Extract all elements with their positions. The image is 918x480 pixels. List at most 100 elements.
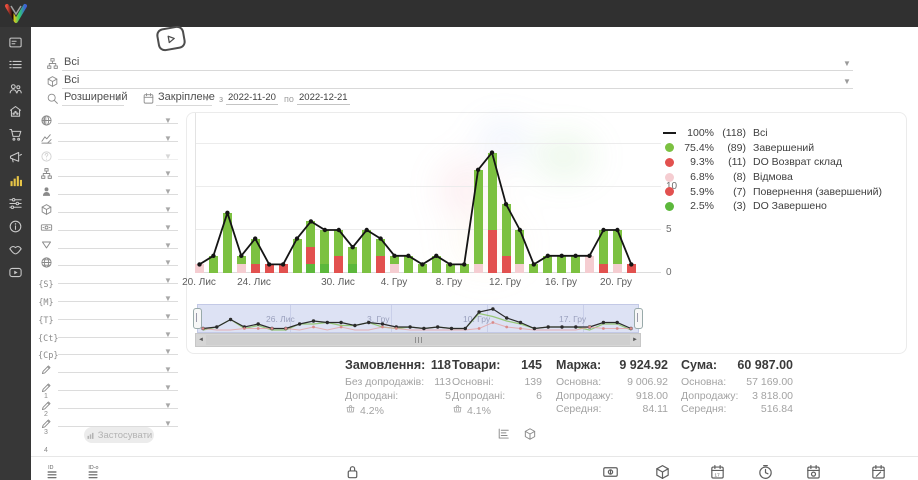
- department-filter-dropdown[interactable]: [62, 55, 853, 71]
- chevron-down-icon: ▼: [843, 77, 851, 86]
- toolbar-lock-button[interactable]: [344, 461, 361, 480]
- tag-s-icon: {S}: [38, 274, 54, 292]
- filter-dropdown-15[interactable]: [58, 377, 178, 391]
- legend-item[interactable]: 2.5% (3) DO Завершено: [662, 199, 882, 214]
- id-dash-icon: ID-o: [87, 470, 104, 480]
- toolbar-clock-button[interactable]: [757, 461, 774, 480]
- filter-dropdown-7[interactable]: [58, 235, 178, 249]
- filter-dropdown-13[interactable]: [58, 341, 178, 355]
- navigator-left-handle[interactable]: [193, 308, 202, 329]
- filter-dropdown-17[interactable]: [58, 413, 178, 427]
- pencil-4-icon: 4: [38, 417, 54, 454]
- sidebar-item-cart[interactable]: [0, 124, 31, 144]
- filter-dropdown-11[interactable]: [58, 306, 178, 320]
- filter-dropdown-1[interactable]: [58, 128, 178, 142]
- x-tick-label: 30. Лис: [321, 277, 355, 288]
- chart-plot: [195, 113, 661, 273]
- cube-toggle[interactable]: [523, 427, 537, 446]
- legend-item[interactable]: 5.9% (7) Повернення (завершений): [662, 184, 882, 199]
- legend-count: (3): [714, 200, 746, 212]
- sliders-icon: [8, 196, 23, 211]
- scrollbar-thumb[interactable]: [206, 335, 630, 345]
- sidebar-item-handshake[interactable]: [0, 239, 31, 259]
- filter-dropdown-14[interactable]: [58, 359, 178, 373]
- trend-icon: [38, 132, 54, 150]
- sidebar-item-video[interactable]: [0, 262, 31, 282]
- chart-scrollbar[interactable]: ◄ ►: [195, 333, 641, 347]
- date-from-label: з: [219, 94, 223, 104]
- scroll-left-arrow-icon[interactable]: ◄: [196, 337, 206, 343]
- toolbar-cube-button[interactable]: [654, 461, 671, 480]
- filter-dropdown-2[interactable]: [58, 146, 178, 160]
- search-icon: [46, 92, 59, 110]
- toolbar-calendar-edit-button[interactable]: [870, 461, 887, 480]
- stat-title: Товари:145: [452, 358, 542, 372]
- chart-navigator[interactable]: 26. Лис 3. Гру 10. Гру 17. Гру: [197, 304, 639, 333]
- legend-item[interactable]: 100% (118) Всі: [662, 126, 882, 141]
- sidebar-item-info[interactable]: [0, 216, 31, 236]
- stat-row: Середня:84.11: [556, 403, 668, 417]
- apply-button[interactable]: Застосувати: [84, 427, 154, 443]
- toolbar-calendar-sync-button[interactable]: [805, 461, 822, 480]
- product-filter-dropdown[interactable]: [62, 73, 853, 89]
- legend-pct: 100%: [680, 127, 714, 139]
- filter-dropdown-8[interactable]: [58, 252, 178, 266]
- filter-dropdown-0[interactable]: [58, 110, 178, 124]
- apply-button-label: Застосувати: [98, 430, 152, 441]
- legend-marker-icon: [662, 158, 676, 167]
- legend-marker-icon: [662, 202, 676, 211]
- filter-dropdown-6[interactable]: [58, 217, 178, 231]
- legend-count: (8): [714, 171, 746, 183]
- x-tick-label: 20. Гру: [600, 277, 632, 288]
- chevron-down-icon: ▼: [114, 94, 122, 103]
- chevron-down-icon: ▼: [164, 169, 172, 178]
- total-line: [196, 113, 661, 273]
- toolbar-calendar-17-button[interactable]: 17: [709, 461, 726, 480]
- legend-pct: 9.3%: [680, 156, 714, 168]
- filter-dropdown-12[interactable]: [58, 324, 178, 338]
- filter-dropdown-5[interactable]: [58, 199, 178, 213]
- sidebar-item-sliders[interactable]: [0, 193, 31, 213]
- chevron-down-icon: ▼: [164, 205, 172, 214]
- sidebar-item-card[interactable]: [0, 32, 31, 52]
- filter-dropdown-9[interactable]: [58, 270, 178, 284]
- toolbar-id-lines-button[interactable]: ID: [46, 461, 63, 480]
- legend-pct: 75.4%: [680, 142, 714, 154]
- filter-dropdown-16[interactable]: [58, 395, 178, 409]
- sidebar-item-chart-bars[interactable]: [0, 170, 31, 190]
- date-to-field[interactable]: 2022-12-21: [297, 92, 350, 105]
- navigator-right-handle[interactable]: [634, 308, 643, 329]
- sidebar-item-megaphone[interactable]: [0, 147, 31, 167]
- chevron-down-icon: ▼: [164, 365, 172, 374]
- toolbar-banknote-card-button[interactable]: [602, 461, 619, 480]
- legend-item[interactable]: 75.4% (89) Завершений: [662, 141, 882, 156]
- legend-pct: 2.5%: [680, 200, 714, 212]
- chevron-down-icon: ▼: [164, 258, 172, 267]
- chevron-down-icon: ▼: [164, 276, 172, 285]
- calendar-edit-icon: [870, 470, 887, 480]
- stat-title: Маржа:9 924.92: [556, 358, 668, 372]
- sidebar-item-list[interactable]: [0, 55, 31, 75]
- card-icon: [8, 35, 23, 50]
- x-tick-label: 20. Лис: [182, 277, 216, 288]
- sidebar-item-store[interactable]: [0, 101, 31, 121]
- sidebar-item-users[interactable]: [0, 78, 31, 98]
- chevron-down-icon: ▼: [843, 59, 851, 68]
- app-logo-icon[interactable]: [3, 2, 29, 25]
- date-from-field[interactable]: 2022-11-20: [226, 92, 278, 105]
- tutorial-video-button[interactable]: [155, 25, 187, 53]
- basket-icon: [452, 403, 463, 418]
- y-tick-label: 5: [666, 224, 672, 235]
- hierarchy-icon: [46, 57, 59, 75]
- legend-item[interactable]: 6.8% (8) Відмова: [662, 170, 882, 185]
- scroll-right-arrow-icon[interactable]: ►: [630, 337, 640, 343]
- toolbar-id-dash-button[interactable]: ID-o: [87, 461, 104, 480]
- filter-dropdown-10[interactable]: [58, 288, 178, 302]
- legend-item[interactable]: 9.3% (11) DO Возврат склад: [662, 155, 882, 170]
- banknote-card-icon: [602, 470, 619, 480]
- chevron-down-icon: ▼: [203, 94, 211, 103]
- filter-dropdown-3[interactable]: [58, 163, 178, 177]
- bar-list-toggle[interactable]: [496, 427, 510, 446]
- bottom-divider: [31, 456, 918, 457]
- filter-dropdown-4[interactable]: [58, 181, 178, 195]
